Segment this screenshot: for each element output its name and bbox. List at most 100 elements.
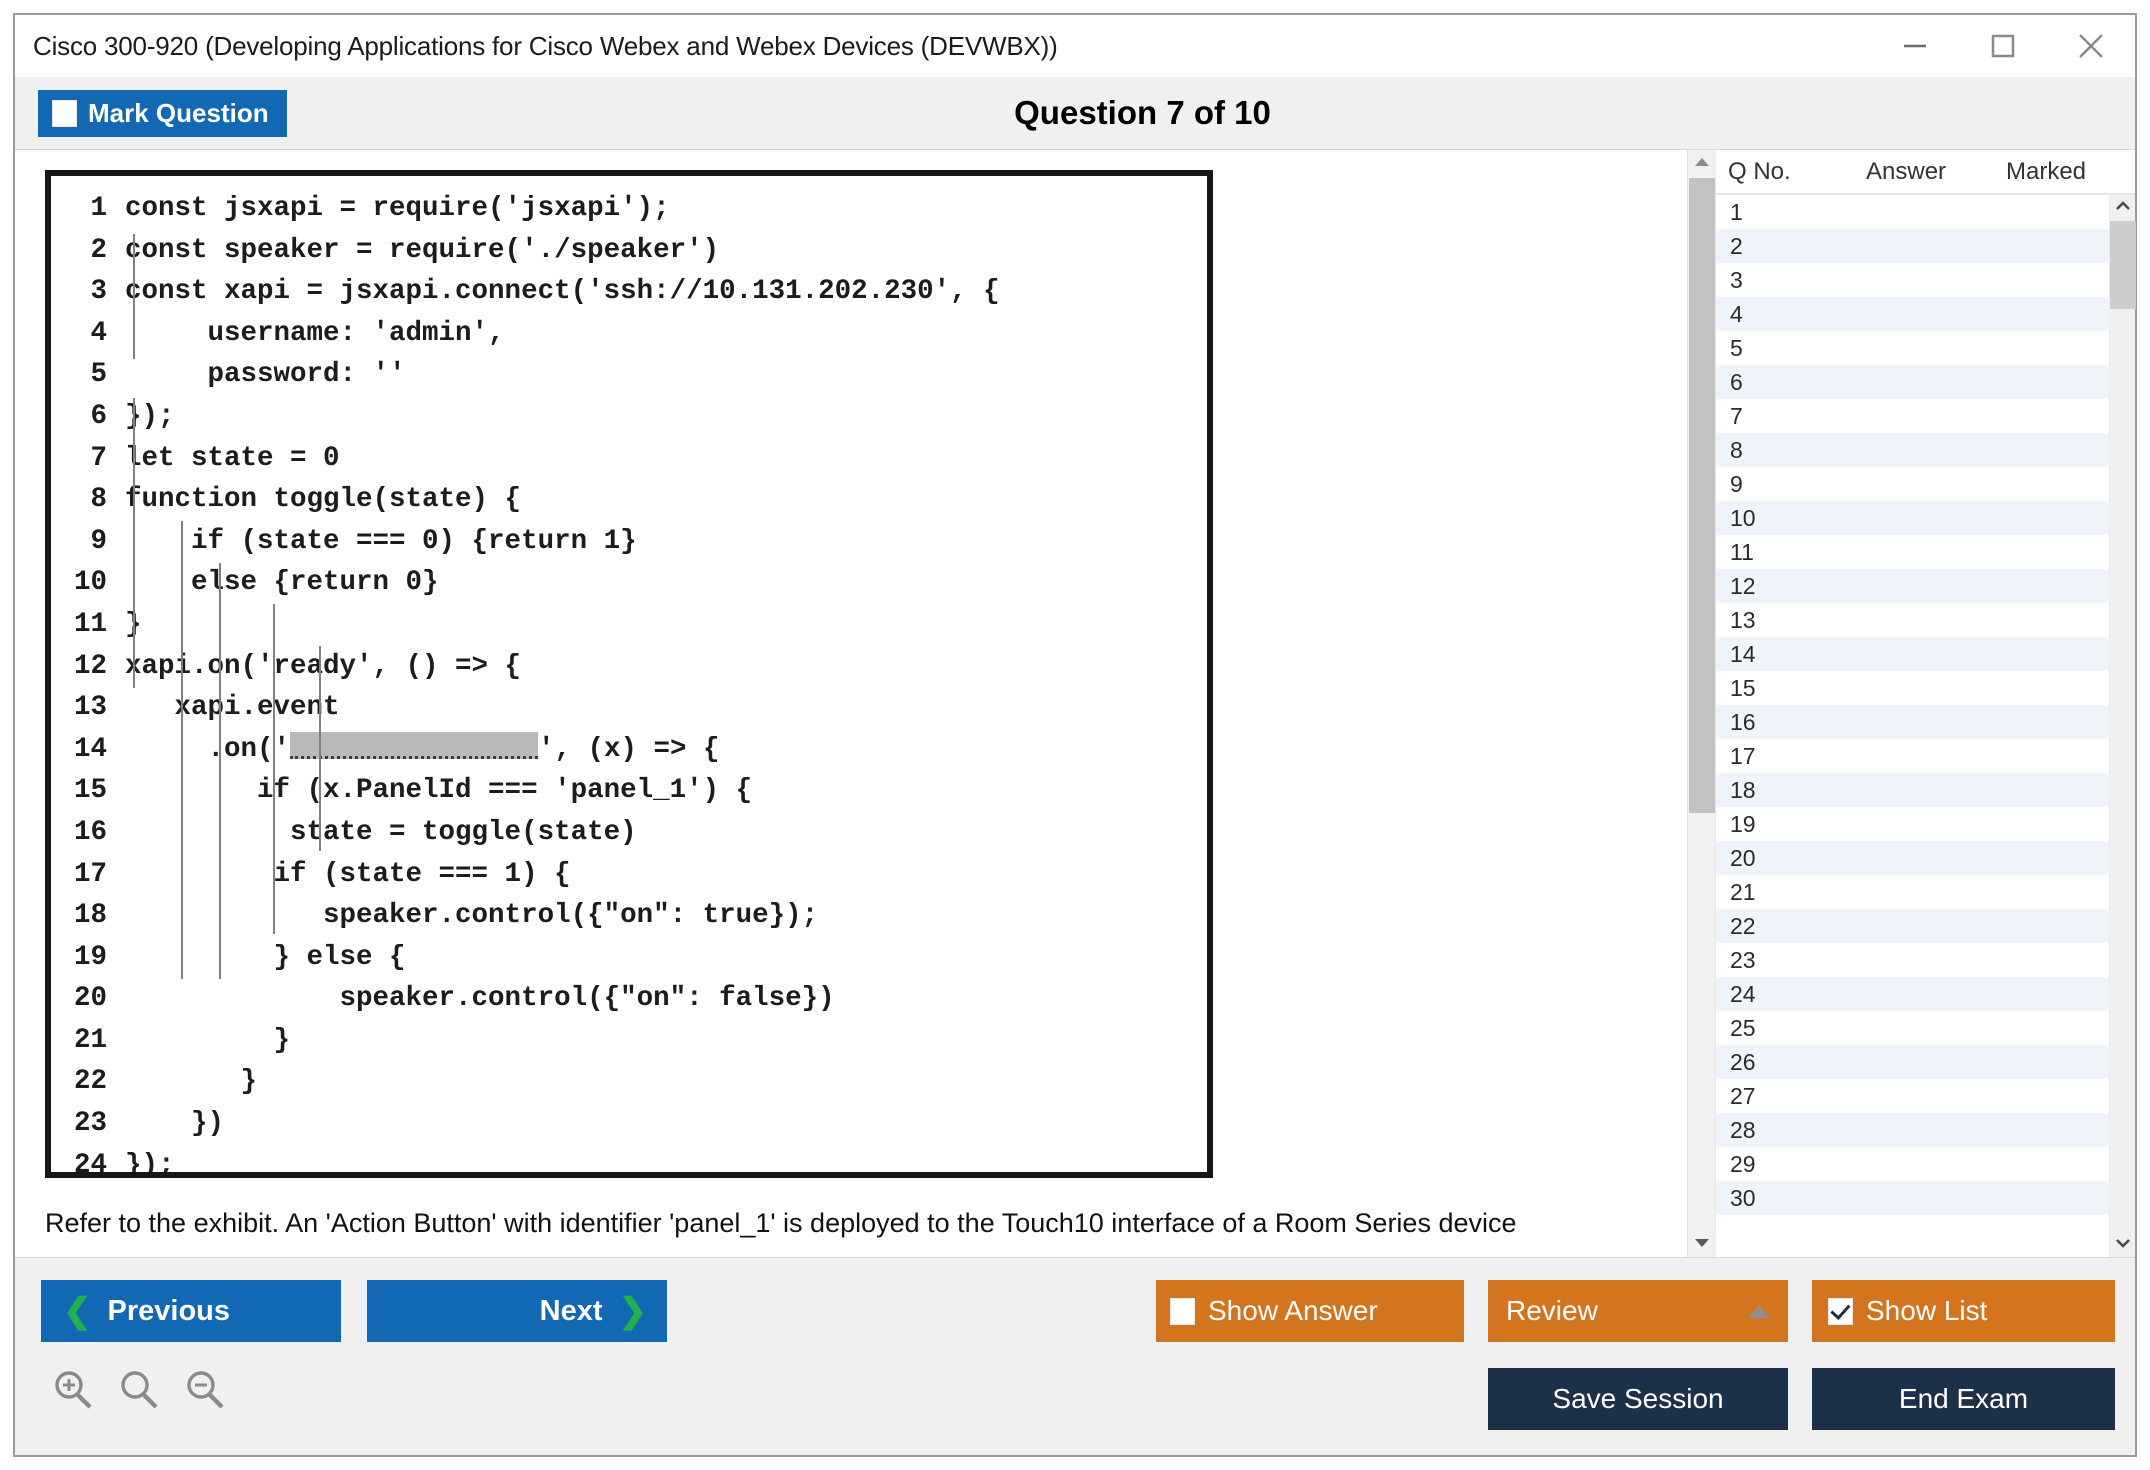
zoom-controls: [51, 1368, 227, 1417]
answer-list-row[interactable]: 26: [1716, 1045, 2109, 1079]
zoom-out-icon[interactable]: [183, 1368, 227, 1417]
code-line: 1const jsxapi = require('jsxapi');: [51, 188, 1207, 230]
code-line: 4 username: 'admin',: [51, 313, 1207, 355]
row-question-number: 26: [1716, 1049, 1866, 1076]
body-area: 1const jsxapi = require('jsxapi');2const…: [15, 149, 2135, 1257]
code-line-number: 17: [51, 854, 125, 896]
show-list-checkbox[interactable]: [1828, 1298, 1853, 1325]
answer-list-row[interactable]: 20: [1716, 841, 2109, 875]
save-session-button[interactable]: Save Session: [1488, 1368, 1788, 1430]
answer-list-row[interactable]: 11: [1716, 535, 2109, 569]
answer-list-row[interactable]: 21: [1716, 875, 2109, 909]
scrollbar-thumb[interactable]: [1689, 178, 1715, 813]
code-line: 7let state = 0: [51, 438, 1207, 480]
code-indent-guide: [133, 234, 135, 359]
code-line: 19 } else {: [51, 937, 1207, 979]
previous-button[interactable]: ❮ Previous: [41, 1280, 341, 1342]
list-scroll-down-button[interactable]: [2110, 1231, 2136, 1257]
row-question-number: 30: [1716, 1185, 1866, 1212]
column-header-qno: Q No.: [1716, 158, 1866, 186]
footer-toolbar: ❮ Previous Next ❯: [15, 1257, 2135, 1455]
answer-list-row[interactable]: 6: [1716, 365, 2109, 399]
zoom-reset-icon[interactable]: [117, 1368, 161, 1417]
zoom-in-icon[interactable]: [51, 1368, 95, 1417]
answer-list-row[interactable]: 29: [1716, 1147, 2109, 1181]
answer-list-row[interactable]: 8: [1716, 433, 2109, 467]
list-scrollbar-thumb[interactable]: [2110, 221, 2136, 309]
answer-list-row[interactable]: 2: [1716, 229, 2109, 263]
answer-list-row[interactable]: 28: [1716, 1113, 2109, 1147]
show-answer-button[interactable]: Show Answer: [1156, 1280, 1464, 1342]
answer-list-row[interactable]: 27: [1716, 1079, 2109, 1113]
code-line-text: username: 'admin',: [125, 313, 1207, 355]
code-line: 14 .on('', (x) => {: [51, 729, 1207, 771]
review-button[interactable]: Review: [1488, 1280, 1788, 1342]
answer-list-row[interactable]: 12: [1716, 569, 2109, 603]
mark-question-button[interactable]: Mark Question: [38, 90, 287, 137]
next-button[interactable]: Next ❯: [367, 1280, 667, 1342]
show-answer-label: Show Answer: [1208, 1295, 1378, 1327]
answer-list-row[interactable]: 4: [1716, 297, 2109, 331]
row-question-number: 27: [1716, 1083, 1866, 1110]
code-line: 16 state = toggle(state): [51, 812, 1207, 854]
answer-list-row[interactable]: 16: [1716, 705, 2109, 739]
answer-list-row[interactable]: 13: [1716, 603, 2109, 637]
code-line-text: } else {: [125, 937, 1207, 979]
list-scroll-up-button[interactable]: [2110, 195, 2136, 221]
minimize-button[interactable]: [1871, 15, 1959, 77]
answer-list-row[interactable]: 30: [1716, 1181, 2109, 1215]
code-line-number: 4: [51, 313, 125, 355]
end-exam-label: End Exam: [1899, 1383, 2028, 1415]
exhibit-image: 1const jsxapi = require('jsxapi');2const…: [45, 170, 1213, 1178]
answer-list-row[interactable]: 7: [1716, 399, 2109, 433]
code-indent-guide: [319, 646, 321, 851]
code-line-text: else {return 0}: [125, 562, 1207, 604]
code-line-number: 11: [51, 604, 125, 646]
row-question-number: 13: [1716, 607, 1866, 634]
answer-list-scrollbar[interactable]: [2109, 195, 2135, 1257]
code-line: 5 password: '': [51, 354, 1207, 396]
code-line-number: 9: [51, 521, 125, 563]
code-line: 23 }): [51, 1103, 1207, 1145]
answer-list-row[interactable]: 15: [1716, 671, 2109, 705]
code-line-text: const xapi = jsxapi.connect('ssh://10.13…: [125, 271, 1207, 313]
code-line: 21 }: [51, 1020, 1207, 1062]
show-list-button[interactable]: Show List: [1812, 1280, 2115, 1342]
code-line-text: }: [125, 1061, 1207, 1103]
answer-list-row[interactable]: 19: [1716, 807, 2109, 841]
answer-list-row[interactable]: 3: [1716, 263, 2109, 297]
answer-list-row[interactable]: 24: [1716, 977, 2109, 1011]
answer-list-row[interactable]: 14: [1716, 637, 2109, 671]
answer-list-row[interactable]: 17: [1716, 739, 2109, 773]
maximize-button[interactable]: [1959, 15, 2047, 77]
answer-list-row[interactable]: 18: [1716, 773, 2109, 807]
answer-list-row[interactable]: 5: [1716, 331, 2109, 365]
code-line: 13 xapi.event: [51, 687, 1207, 729]
answer-list-row[interactable]: 22: [1716, 909, 2109, 943]
row-question-number: 21: [1716, 879, 1866, 906]
answer-list-row[interactable]: 9: [1716, 467, 2109, 501]
code-line-text: function toggle(state) {: [125, 479, 1207, 521]
show-answer-checkbox[interactable]: [1170, 1298, 1195, 1325]
code-line-number: 7: [51, 438, 125, 480]
answer-list-row[interactable]: 23: [1716, 943, 2109, 977]
row-question-number: 19: [1716, 811, 1866, 838]
scroll-up-button[interactable]: [1688, 150, 1716, 176]
window-controls: [1871, 15, 2135, 77]
code-line: 20 speaker.control({"on": false}): [51, 978, 1207, 1020]
code-line-text: }: [125, 1020, 1207, 1062]
end-exam-button[interactable]: End Exam: [1812, 1368, 2115, 1430]
question-pane: 1const jsxapi = require('jsxapi');2const…: [15, 150, 1687, 1257]
question-pane-scrollbar[interactable]: [1687, 150, 1715, 1257]
code-line-number: 2: [51, 230, 125, 272]
answer-list-row[interactable]: 10: [1716, 501, 2109, 535]
answer-list-row[interactable]: 1: [1716, 195, 2109, 229]
scroll-down-button[interactable]: [1688, 1231, 1716, 1257]
code-line: 11}: [51, 604, 1207, 646]
answer-list-row[interactable]: 25: [1716, 1011, 2109, 1045]
chevron-up-icon: [1694, 154, 1710, 172]
close-button[interactable]: [2047, 15, 2135, 77]
code-line-number: 12: [51, 646, 125, 688]
row-question-number: 9: [1716, 471, 1866, 498]
mark-question-checkbox[interactable]: [52, 100, 77, 127]
